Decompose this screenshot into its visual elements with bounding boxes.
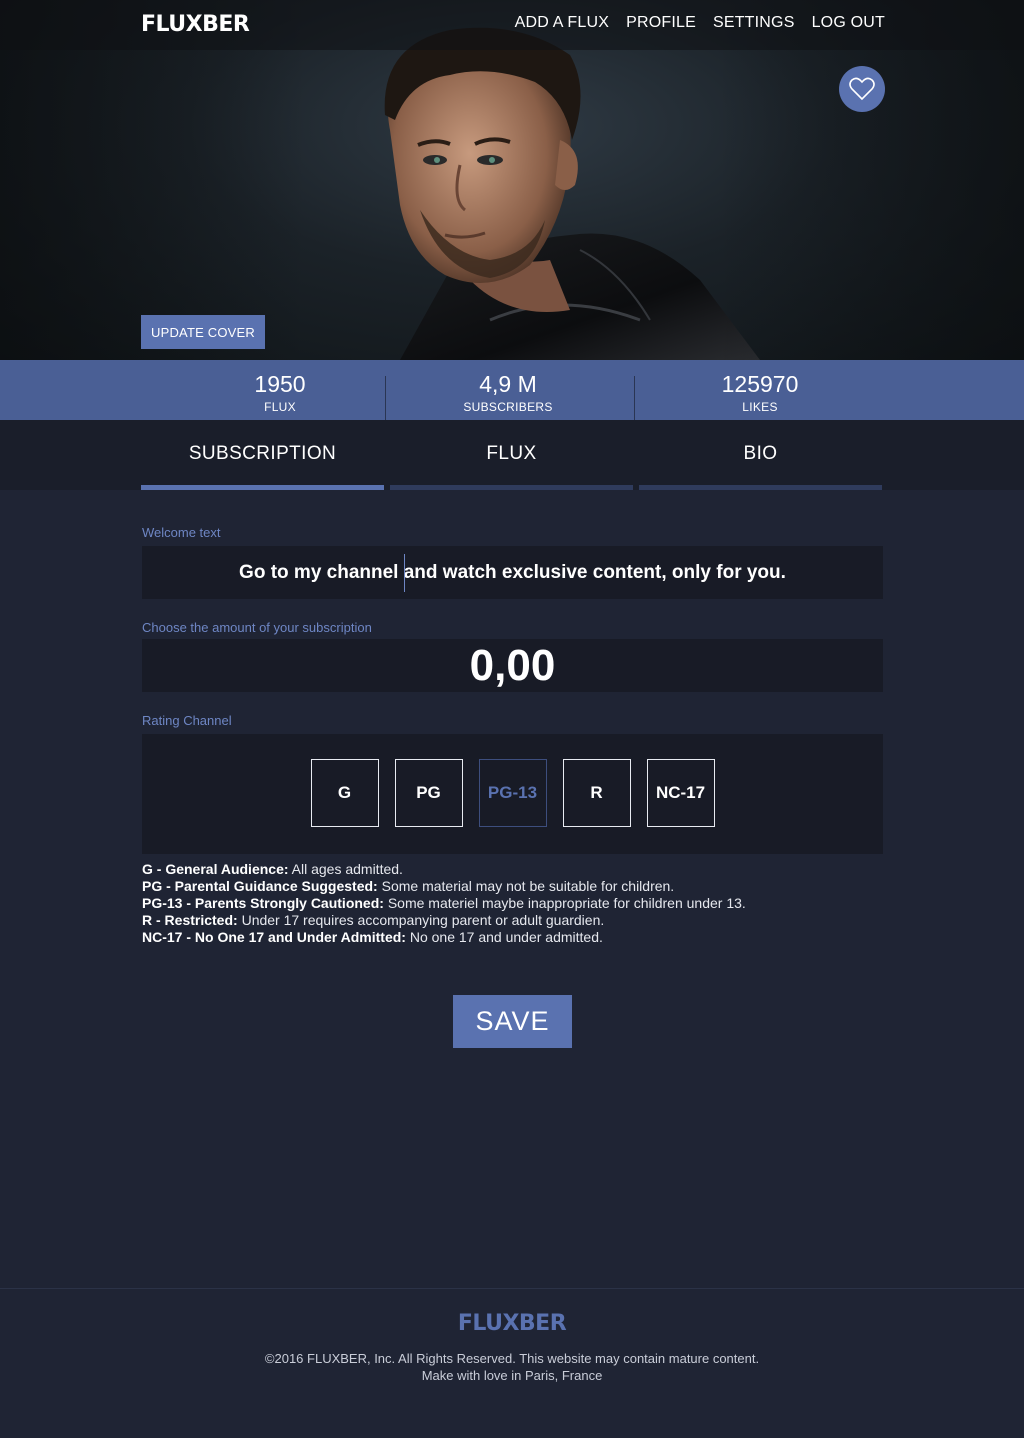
stat-subscribers-label: SUBSCRIBERS <box>463 400 553 414</box>
legend-term: NC-17 - No One 17 and Under Admitted: <box>142 929 406 945</box>
tab-underline <box>390 485 633 490</box>
tab-subscription[interactable]: SUBSCRIPTION <box>141 420 384 490</box>
stat-likes-value: 125970 <box>721 371 799 397</box>
heart-icon <box>849 77 875 101</box>
top-navigation-bar: FLUXBER ADD A FLUX PROFILE SETTINGS LOG … <box>0 0 1024 50</box>
stat-likes-label: LIKES <box>742 400 778 414</box>
brand-logo[interactable]: FLUXBER <box>141 12 250 37</box>
footer: FLUXBER ©2016 FLUXBER, Inc. All Rights R… <box>0 1288 1024 1438</box>
main-nav: ADD A FLUX PROFILE SETTINGS LOG OUT <box>515 14 885 32</box>
legend-desc: Some materiel maybe inappropriate for ch… <box>383 895 746 911</box>
footer-logo[interactable]: FLUXBER <box>0 1311 1024 1336</box>
welcome-text-label: Welcome text <box>142 525 221 540</box>
stat-flux-label: FLUX <box>264 400 296 414</box>
stat-subscribers-value: 4,9 M <box>479 371 537 397</box>
rating-r-button[interactable]: R <box>562 759 631 827</box>
nav-log-out[interactable]: LOG OUT <box>812 14 885 32</box>
legend-term: PG-13 - Parents Strongly Cautioned: <box>142 895 384 911</box>
rating-pg-button[interactable]: PG <box>394 759 463 827</box>
nav-add-a-flux[interactable]: ADD A FLUX <box>515 14 609 32</box>
favorite-button[interactable] <box>839 66 885 112</box>
rating-panel: G PG PG-13 R NC-17 <box>142 734 883 854</box>
amount-label: Choose the amount of your subscription <box>142 620 372 635</box>
footer-copyright: ©2016 FLUXBER, Inc. All Rights Reserved.… <box>264 1351 760 1366</box>
rating-g-button[interactable]: G <box>310 759 379 827</box>
legend-term: R - Restricted: <box>142 912 242 928</box>
legend-desc: All ages admitted. <box>288 861 403 877</box>
cover-vignette <box>0 0 1024 360</box>
legend-row: PG-13 - Parents Strongly Cautioned: Some… <box>142 895 746 912</box>
rating-legend: G - General Audience: All ages admitted.… <box>142 861 746 946</box>
profile-tabs: SUBSCRIPTION FLUX BIO <box>0 420 1024 490</box>
tab-underline <box>639 485 882 490</box>
legend-row: NC-17 - No One 17 and Under Admitted: No… <box>142 929 746 946</box>
stat-subscribers: 4,9 M SUBSCRIBERS <box>408 360 608 420</box>
tab-subscription-label: SUBSCRIPTION <box>188 443 337 464</box>
stat-flux: 1950 FLUX <box>180 360 380 420</box>
welcome-text-value[interactable]: Go to my channel and watch exclusive con… <box>142 546 883 599</box>
legend-desc: No one 17 and under admitted. <box>405 929 603 945</box>
amount-value[interactable]: 0,00 <box>142 639 883 692</box>
legend-row: PG - Parental Guidance Suggested: Some m… <box>142 878 746 895</box>
stat-divider <box>634 376 635 420</box>
tab-flux-label: FLUX <box>486 443 537 464</box>
footer-tagline: Make with love in Paris, France <box>421 1368 603 1383</box>
nav-profile[interactable]: PROFILE <box>626 14 696 32</box>
tab-flux[interactable]: FLUX <box>390 420 633 490</box>
legend-row: G - General Audience: All ages admitted. <box>142 861 746 878</box>
tab-bio-label: BIO <box>743 443 778 464</box>
rating-options: G PG PG-13 R NC-17 <box>142 734 883 827</box>
amount-field[interactable]: 0,00 <box>142 639 883 692</box>
tab-bio[interactable]: BIO <box>639 420 882 490</box>
stat-flux-value: 1950 <box>254 371 306 397</box>
legend-desc: Some material may not be suitable for ch… <box>377 878 675 894</box>
rating-pg13-button[interactable]: PG-13 <box>478 759 547 827</box>
legend-desc: Under 17 requires accompanying parent or… <box>241 912 605 928</box>
update-cover-button[interactable]: UPDATE COVER <box>141 315 265 349</box>
stat-divider <box>385 376 386 420</box>
rating-label: Rating Channel <box>142 713 232 728</box>
cover-hero: FLUXBER ADD A FLUX PROFILE SETTINGS LOG … <box>0 0 1024 360</box>
legend-row: R - Restricted: Under 17 requires accomp… <box>142 912 746 929</box>
stat-likes: 125970 LIKES <box>660 360 860 420</box>
legend-term: PG - Parental Guidance Suggested: <box>142 878 378 894</box>
text-cursor <box>404 554 405 592</box>
legend-term: G - General Audience: <box>142 861 289 877</box>
nav-settings[interactable]: SETTINGS <box>713 14 795 32</box>
rating-nc17-button[interactable]: NC-17 <box>646 759 715 827</box>
tab-underline <box>141 485 384 490</box>
save-button[interactable]: SAVE <box>453 995 572 1048</box>
stats-bar: 1950 FLUX 4,9 M SUBSCRIBERS 125970 LIKES <box>0 360 1024 420</box>
welcome-text-field[interactable]: Go to my channel and watch exclusive con… <box>142 546 883 599</box>
